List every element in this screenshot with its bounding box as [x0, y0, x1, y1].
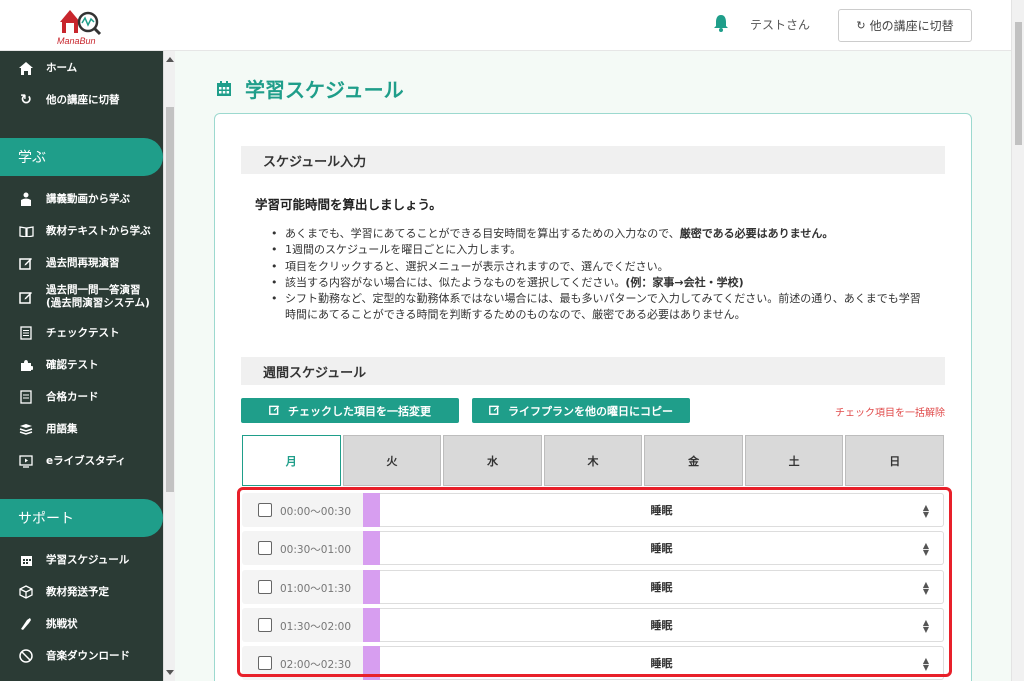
instruction-item: 1週間のスケジュールを曜日ごとに入力します。 — [271, 242, 931, 259]
bell-icon[interactable] — [712, 14, 730, 32]
instruction-list: あくまでも、学習にあてることができる目安時間を算出するための入力なので、厳密であ… — [271, 226, 931, 324]
bulk-change-button[interactable]: チェックした項目を一括変更 — [241, 398, 459, 423]
sidebar-item-live-study[interactable]: eライブスタディ — [0, 452, 163, 470]
package-icon — [18, 584, 34, 600]
challenge-icon — [18, 616, 34, 632]
page-scrollbar-thumb[interactable] — [1015, 22, 1022, 145]
top-header: ManaBun テストさん ↻ 他の講座に切替 — [0, 0, 1024, 51]
checklist-icon — [18, 325, 34, 341]
sidebar-scrollbar-thumb[interactable] — [166, 107, 174, 492]
tab-friday[interactable]: 金 — [644, 435, 743, 486]
edit-icon — [269, 404, 280, 418]
book-icon — [18, 223, 34, 239]
page-scrollbar[interactable] — [1011, 0, 1024, 681]
sidebar-item-switch-course[interactable]: ↻ 他の講座に切替 — [0, 91, 163, 109]
scroll-down-arrow-icon[interactable] — [166, 670, 174, 675]
sidebar-section-learn: 学ぶ — [0, 138, 163, 176]
glossary-icon — [18, 421, 34, 437]
instruction-item: 項目をクリックすると、選択メニューが表示されますので、選んでください。 — [271, 259, 931, 276]
refresh-icon: ↻ — [20, 92, 32, 108]
calendar-icon — [18, 552, 34, 568]
tab-saturday[interactable]: 土 — [744, 435, 844, 486]
user-name[interactable]: テストさん — [750, 16, 810, 33]
edit-icon — [18, 255, 34, 271]
sidebar-item-past-exam-system[interactable]: 過去問一問一答演習 (過去問演習システム) — [0, 283, 163, 311]
svg-text:ManaBun: ManaBun — [57, 36, 96, 46]
page-title: 学習スケジュール — [215, 74, 404, 103]
sidebar: ホーム ↻ 他の講座に切替 学ぶ 講義動画から学ぶ 教材テキストから学ぶ 過去問… — [0, 51, 163, 681]
tab-monday[interactable]: 月 — [242, 435, 341, 486]
sidebar-item-check-test[interactable]: チェックテスト — [0, 324, 163, 342]
sidebar-item-shipping[interactable]: 教材発送予定 — [0, 583, 163, 601]
calendar-icon — [217, 80, 231, 96]
sidebar-item-challenge[interactable]: 挑戦状 — [0, 615, 163, 633]
puzzle-icon — [18, 357, 34, 373]
refresh-icon: ↻ — [856, 19, 866, 32]
switch-course-button[interactable]: ↻ 他の講座に切替 — [838, 9, 972, 42]
tab-sunday[interactable]: 日 — [845, 435, 945, 486]
edit-icon — [489, 404, 500, 418]
tab-tuesday[interactable]: 火 — [342, 435, 442, 486]
sidebar-item-schedule[interactable]: 学習スケジュール — [0, 551, 163, 569]
manabun-logo[interactable]: ManaBun — [54, 6, 104, 48]
uncheck-all-link[interactable]: チェック項目を一括解除 — [835, 404, 945, 419]
sidebar-item-music-download[interactable]: 音楽ダウンロード — [0, 647, 163, 665]
sidebar-item-text[interactable]: 教材テキストから学ぶ — [0, 222, 163, 240]
schedule-input-heading: スケジュール入力 — [241, 146, 945, 174]
card-icon — [18, 389, 34, 405]
sidebar-item-pass-card[interactable]: 合格カード — [0, 388, 163, 406]
sidebar-item-glossary[interactable]: 用語集 — [0, 420, 163, 438]
instruction-item: シフト勤務など、定型的な勤務体系ではない場合には、最も多いパターンで入力してみて… — [271, 291, 931, 324]
scroll-up-arrow-icon[interactable] — [166, 57, 174, 62]
edit-icon — [18, 289, 34, 305]
tab-wednesday[interactable]: 水 — [443, 435, 542, 486]
sidebar-item-lecture-video[interactable]: 講義動画から学ぶ — [0, 190, 163, 208]
switch-course-label: 他の講座に切替 — [869, 19, 954, 33]
home-icon — [18, 60, 34, 76]
sidebar-scrollbar[interactable] — [163, 51, 175, 681]
music-download-icon — [18, 648, 34, 664]
sidebar-section-support: サポート — [0, 499, 163, 537]
highlight-box — [237, 487, 952, 677]
day-tabs: 月 火 水 木 金 土 日 — [242, 435, 945, 486]
live-monitor-icon — [18, 453, 34, 469]
sidebar-item-home[interactable]: ホーム — [0, 59, 163, 77]
weekly-schedule-heading: 週間スケジュール — [241, 357, 945, 385]
instruction-item: あくまでも、学習にあてることができる目安時間を算出するための入力なので、厳密であ… — [271, 226, 931, 243]
sidebar-item-past-exam[interactable]: 過去問再現演習 — [0, 254, 163, 272]
lead-text: 学習可能時間を算出しましょう。 — [255, 197, 442, 212]
sidebar-item-confirm-test[interactable]: 確認テスト — [0, 356, 163, 374]
copy-lifeplan-button[interactable]: ライフプランを他の曜日にコピー — [472, 398, 690, 423]
tab-thursday[interactable]: 木 — [543, 435, 643, 486]
page-title-text: 学習スケジュール — [245, 78, 404, 102]
lecture-video-icon — [18, 191, 34, 207]
instruction-item: 該当する内容がない場合には、似たようなものを選択してください。(例：家事→会社・… — [271, 275, 931, 292]
